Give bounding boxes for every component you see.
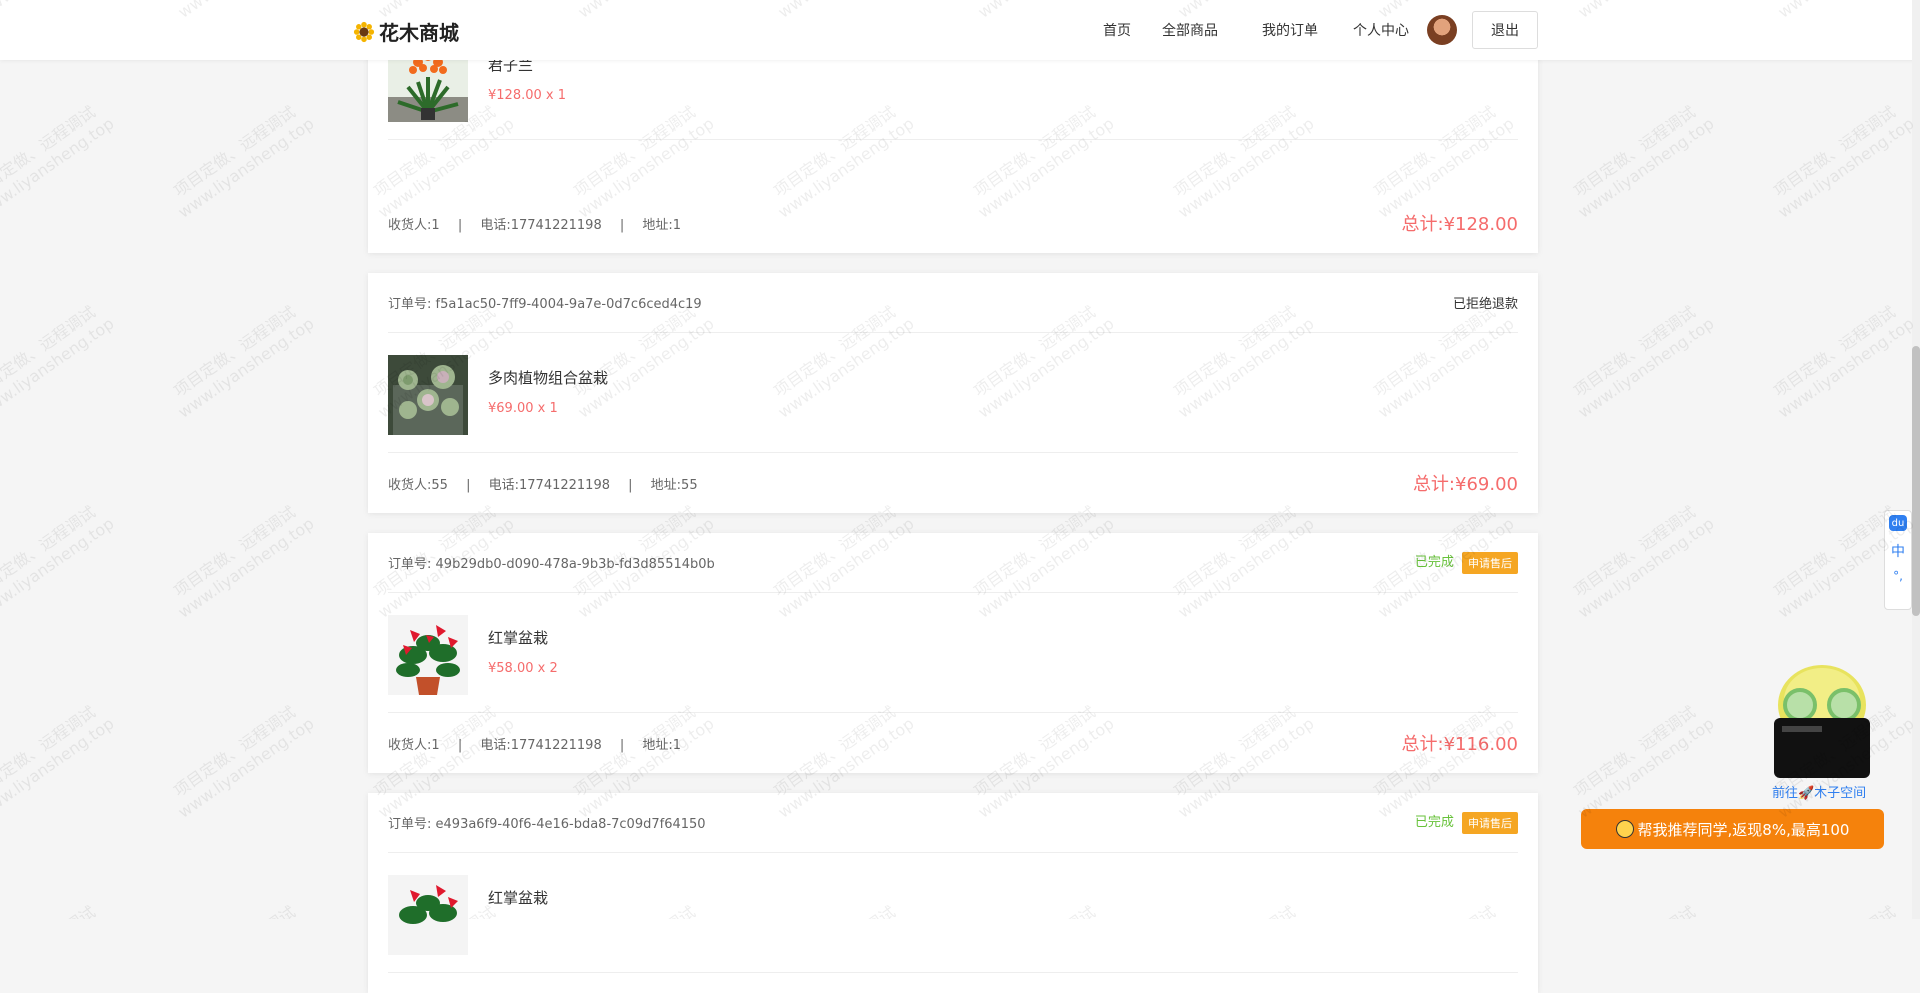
order-status: 已拒绝退款 — [1452, 297, 1518, 312]
order-footer: 收货人:55 | 电话:17741221198 | 地址:55 总计:¥69.0… — [388, 453, 1518, 513]
order-card: 订单号: 49b29db0-d090-478a-9b3b-fd3d85514b0… — [368, 533, 1538, 773]
address-value: 55 — [681, 477, 698, 493]
order-status: 已完成 — [1414, 555, 1454, 571]
phone-value: 17741221198 — [510, 217, 602, 233]
order-status-group: 已完成 申请售后 — [1415, 551, 1518, 574]
promo-text: 帮我推荐同学,返现8%,最高100 — [1637, 820, 1850, 839]
watermark-text: 项目定做、远程调试www.liyansheng.top — [0, 102, 118, 222]
nav-home[interactable]: 首页 — [1103, 20, 1131, 40]
watermark-text: 项目定做、远程调试www.liyansheng.top — [1770, 302, 1918, 422]
after-sale-button[interactable]: 申请售后 — [1462, 551, 1518, 574]
order-card: 订单号: e493a6f9-40f6-4e16-bda8-7c09d7f6415… — [368, 793, 1538, 993]
ime-language-toggle[interactable]: 中 — [1891, 541, 1905, 561]
ime-punctuation-toggle[interactable]: °, — [1893, 569, 1903, 583]
site-logo[interactable]: 花木商城 — [353, 17, 459, 46]
product-price: ¥69.00 x 1 — [488, 401, 558, 416]
watermark-text: 项目定做、远程调试www.liyansheng.top — [1763, 897, 1918, 919]
nav-my-orders[interactable]: 我的订单 — [1262, 20, 1318, 40]
product-price: ¥58.00 x 2 — [488, 661, 558, 676]
order-number: 订单号: f5a1ac50-7ff9-4004-9a7e-0d7c6ced4c1… — [388, 297, 702, 312]
watermark-text: 项目定做、远程调试www.liyansheng.top — [0, 702, 118, 822]
after-sale-button[interactable]: 申请售后 — [1462, 811, 1518, 834]
shipping-info: 收货人:1 | 电话:17741221198 | 地址:1 — [388, 217, 682, 233]
site-name: 花木商城 — [379, 21, 459, 45]
order-total: 总计:¥128.00 — [1401, 214, 1518, 235]
mascot-link[interactable]: 前往🚀木子空间 — [1772, 782, 1866, 801]
smiley-icon — [1615, 820, 1634, 838]
receiver-value: 1 — [431, 217, 440, 233]
watermark-text: 项目定做、远程调试www.liyansheng.top — [170, 702, 318, 822]
product-image[interactable] — [388, 615, 468, 695]
product-name[interactable]: 红掌盆栽 — [488, 627, 548, 648]
baidu-ime-icon[interactable]: du — [1889, 515, 1907, 531]
receiver-value: 55 — [431, 477, 448, 493]
order-header: 订单号: f5a1ac50-7ff9-4004-9a7e-0d7c6ced4c1… — [388, 273, 1518, 333]
promo-button[interactable]: 帮我推荐同学,返现8%,最高100 — [1581, 809, 1884, 849]
order-item: 红掌盆栽 ¥58.00 x 2 — [388, 593, 1518, 713]
shipping-info: 收货人:1 | 电话:17741221198 | 地址:1 — [388, 737, 682, 753]
product-name[interactable]: 多肉植物组合盆栽 — [488, 367, 608, 388]
avatar[interactable] — [1427, 15, 1457, 45]
top-header: 花木商城 首页 全部商品 我的订单 个人中心 退出 — [0, 0, 1920, 60]
order-header: 订单号: e493a6f9-40f6-4e16-bda8-7c09d7f6415… — [388, 793, 1518, 853]
phone-value: 17741221198 — [510, 737, 602, 753]
watermark-text: 项目定做、远程调试www.liyansheng.top — [170, 102, 318, 222]
watermark-text: 项目定做、远程调试www.liyansheng.top — [1570, 702, 1718, 822]
watermark-text: 项目定做、远程调试www.liyansheng.top — [170, 502, 318, 622]
scrollbar-thumb[interactable] — [1912, 346, 1920, 616]
order-total: 总计:¥69.00 — [1412, 474, 1518, 495]
watermark-text: 项目定做、远程调试www.liyansheng.top — [163, 897, 318, 919]
phone-value: 17741221198 — [519, 477, 610, 493]
order-item: 多肉植物组合盆栽 ¥69.00 x 1 — [388, 333, 1518, 453]
product-image[interactable] — [388, 875, 468, 955]
nav-all-products[interactable]: 全部商品 — [1162, 20, 1218, 40]
order-status: 已完成 — [1414, 815, 1454, 831]
watermark-text: 项目定做、远程调试www.liyansheng.top — [1563, 897, 1718, 919]
watermark-text: 项目定做、远程调试www.liyansheng.top — [1570, 102, 1718, 222]
ime-toolbar[interactable]: du 中 °, — [1884, 510, 1912, 610]
address-value: 1 — [672, 217, 682, 233]
product-price: ¥128.00 x 1 — [488, 88, 567, 103]
watermark-text: 项目定做、远程调试www.liyansheng.top — [1570, 502, 1718, 622]
order-footer: 收货人:1 | 电话:17741221198 | 地址:1 总计:¥116.00 — [388, 713, 1518, 773]
order-header: 订单号: 49b29db0-d090-478a-9b3b-fd3d85514b0… — [388, 533, 1518, 593]
product-name[interactable]: 红掌盆栽 — [488, 887, 548, 908]
shipping-info: 收货人:55 | 电话:17741221198 | 地址:55 — [388, 477, 698, 493]
order-number: 订单号: 49b29db0-d090-478a-9b3b-fd3d85514b0… — [388, 557, 715, 572]
watermark-text: 项目定做、远程调试www.liyansheng.top — [0, 302, 118, 422]
product-image[interactable] — [388, 355, 468, 435]
watermark-text: 项目定做、远程调试www.liyansheng.top — [1770, 102, 1918, 222]
order-card: 订单号: f5a1ac50-7ff9-4004-9a7e-0d7c6ced4c1… — [368, 273, 1538, 513]
watermark-text: 项目定做、远程调试www.liyansheng.top — [0, 897, 118, 919]
receiver-value: 1 — [431, 737, 440, 753]
nav-profile[interactable]: 个人中心 — [1353, 20, 1409, 40]
order-footer: 收货人:1 | 电话:17741221198 | 地址:1 总计:¥128.00 — [388, 193, 1518, 253]
watermark-text: 项目定做、远程调试www.liyansheng.top — [1570, 302, 1718, 422]
mascot-image[interactable] — [1762, 660, 1877, 780]
watermark-text: 项目定做、远程调试www.liyansheng.top — [0, 502, 118, 622]
address-value: 1 — [672, 737, 682, 753]
order-item: 红掌盆栽 — [388, 853, 1518, 973]
logout-button[interactable]: 退出 — [1472, 11, 1538, 49]
order-status-group: 已完成 申请售后 — [1415, 811, 1518, 834]
watermark-text: 项目定做、远程调试www.liyansheng.top — [170, 302, 318, 422]
order-number: 订单号: e493a6f9-40f6-4e16-bda8-7c09d7f6415… — [388, 817, 706, 832]
order-total: 总计:¥116.00 — [1401, 734, 1518, 755]
sunflower-icon — [353, 21, 375, 42]
